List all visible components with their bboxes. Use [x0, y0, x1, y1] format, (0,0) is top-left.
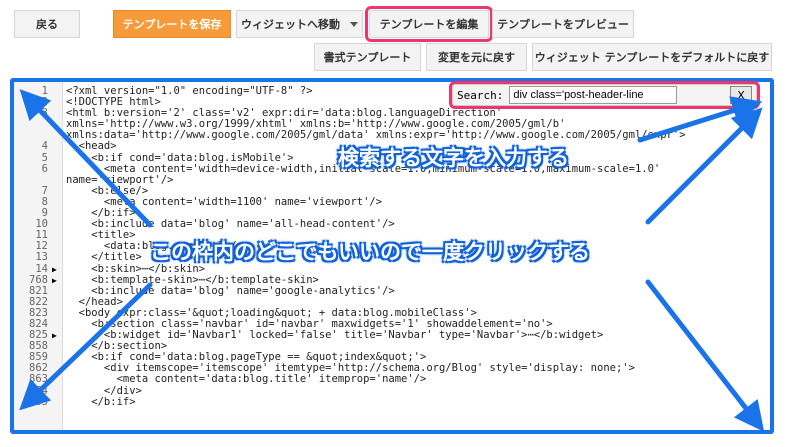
- annotation-click-inside: この枠内のどこでもいいので一度クリックする: [150, 240, 590, 264]
- annotation-arrows: [19, 89, 765, 432]
- arrow-bottom-left: [19, 282, 153, 411]
- arrow-bottom-right: [645, 279, 765, 432]
- arrow-top-left: [19, 89, 153, 228]
- annotation-enter-text: 検索する文字を入力する: [338, 146, 569, 170]
